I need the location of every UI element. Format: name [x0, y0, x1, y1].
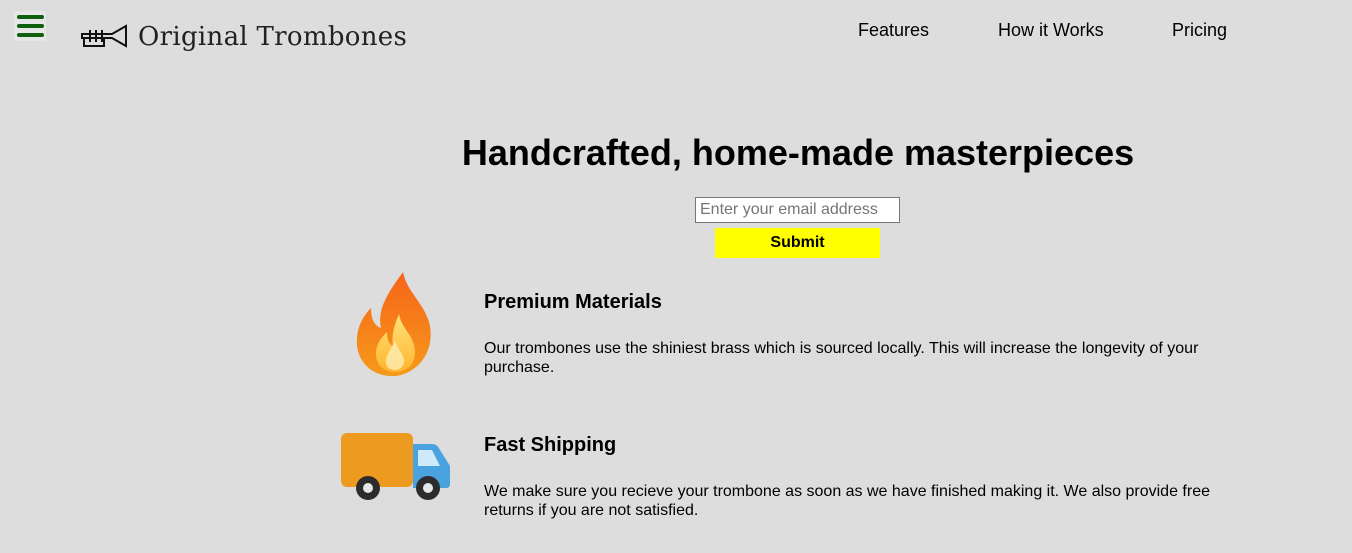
delivery-truck-icon	[341, 433, 450, 500]
hamburger-line	[17, 15, 44, 19]
hamburger-line	[17, 33, 44, 37]
brand[interactable]: Original Trombones	[80, 18, 407, 56]
trombone-logo-icon	[81, 24, 127, 48]
feature-title: Fast Shipping	[484, 434, 617, 456]
hamburger-menu-button[interactable]	[14, 11, 46, 41]
email-input[interactable]	[695, 197, 900, 223]
nav-link-features[interactable]: Features	[858, 20, 929, 41]
submit-button[interactable]: Submit	[715, 228, 880, 258]
feature-description: Our trombones use the shiniest brass whi…	[484, 340, 1199, 376]
feature-description: We make sure you recieve your trombone a…	[484, 483, 1210, 519]
nav-link-how-it-works[interactable]: How it Works	[998, 20, 1104, 41]
hero-title: Handcrafted, home-made masterpieces	[461, 132, 1135, 173]
feature-title: Premium Materials	[484, 291, 662, 313]
brand-name: Original Trombones	[138, 22, 408, 52]
hamburger-line	[17, 24, 44, 28]
fire-icon	[356, 272, 431, 377]
nav-link-pricing[interactable]: Pricing	[1172, 20, 1227, 41]
